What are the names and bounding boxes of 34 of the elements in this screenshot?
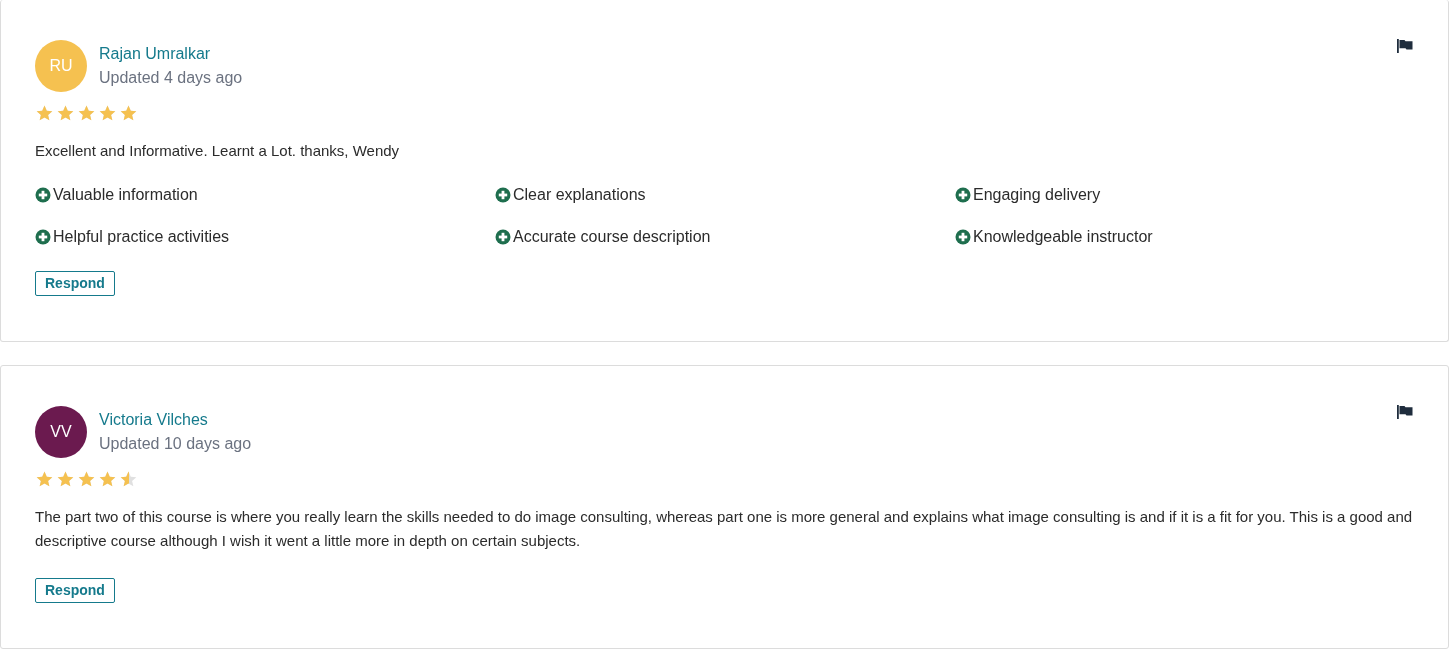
star-icon xyxy=(35,470,54,488)
star-icon xyxy=(98,104,117,122)
star-icon xyxy=(35,104,54,122)
highlight-label: Engaging delivery xyxy=(973,185,1101,205)
review-text: The part two of this course is where you really learn the skills needed to do image consulting, whereas part one is more general and explains what image consulting is and if it is a fit for you. This is a good and descriptive course although I wish it went a little more in depth on certain subjects. xyxy=(35,507,1414,551)
avatar: RU xyxy=(35,40,87,92)
highlight-label: Clear explanations xyxy=(513,185,646,205)
updated-time: Updated 10 days ago xyxy=(99,434,252,454)
flag-icon[interactable] xyxy=(1397,39,1414,53)
plus-circle-icon xyxy=(495,229,511,245)
respond-button[interactable]: Respond xyxy=(35,578,115,603)
avatar: VV xyxy=(35,406,87,458)
reviewer-name[interactable]: Victoria Vilches xyxy=(99,409,252,431)
star-icon xyxy=(77,470,96,488)
star-icon xyxy=(119,104,138,122)
plus-circle-icon xyxy=(955,187,971,203)
plus-circle-icon xyxy=(955,229,971,245)
highlight-label: Accurate course description xyxy=(513,227,711,247)
highlight-label: Helpful practice activities xyxy=(53,227,230,247)
star-icon xyxy=(98,470,117,488)
highlight-label: Valuable information xyxy=(53,185,198,205)
flag-icon[interactable] xyxy=(1397,405,1414,419)
star-icon xyxy=(56,104,75,122)
plus-circle-icon xyxy=(35,229,51,245)
updated-time: Updated 4 days ago xyxy=(99,68,243,88)
star-icon xyxy=(77,104,96,122)
highlight-label: Knowledgeable instructor xyxy=(973,227,1153,247)
star-icon xyxy=(56,470,75,488)
plus-circle-icon xyxy=(495,187,511,203)
respond-button[interactable]: Respond xyxy=(35,271,115,296)
star-icon xyxy=(119,470,138,488)
review-text: Excellent and Informative. Learnt a Lot. thanks, Wendy xyxy=(35,141,401,161)
reviewer-name[interactable]: Rajan Umralkar xyxy=(99,43,243,65)
plus-circle-icon xyxy=(35,187,51,203)
